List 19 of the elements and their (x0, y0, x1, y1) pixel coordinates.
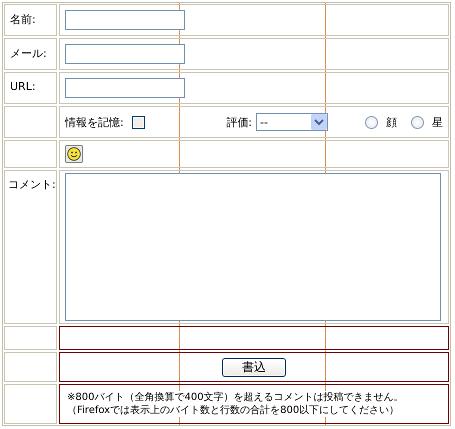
radio-button[interactable] (365, 116, 378, 128)
field-label: URL: (10, 80, 36, 93)
field-label: 名前: (10, 12, 36, 27)
radio-label: 顔 (386, 114, 397, 130)
remember-checkbox[interactable] (132, 116, 145, 128)
input-field[interactable] (65, 78, 185, 98)
input-field[interactable] (65, 10, 185, 30)
remember-label: 情報を記憶: (65, 114, 124, 130)
field-label: メール: (10, 46, 47, 61)
comment-label: コメント: (8, 177, 56, 192)
input-field[interactable] (65, 44, 185, 64)
emoji-button[interactable] (65, 145, 83, 163)
chevron-down-icon (311, 114, 327, 130)
rating-select[interactable]: -- (256, 113, 328, 131)
smiley-icon (67, 147, 81, 161)
rating-label: 評価: (226, 114, 252, 130)
submit-button[interactable]: 書込 (222, 358, 286, 376)
radio-label: 星 (432, 114, 443, 130)
radio-button[interactable] (411, 116, 424, 128)
